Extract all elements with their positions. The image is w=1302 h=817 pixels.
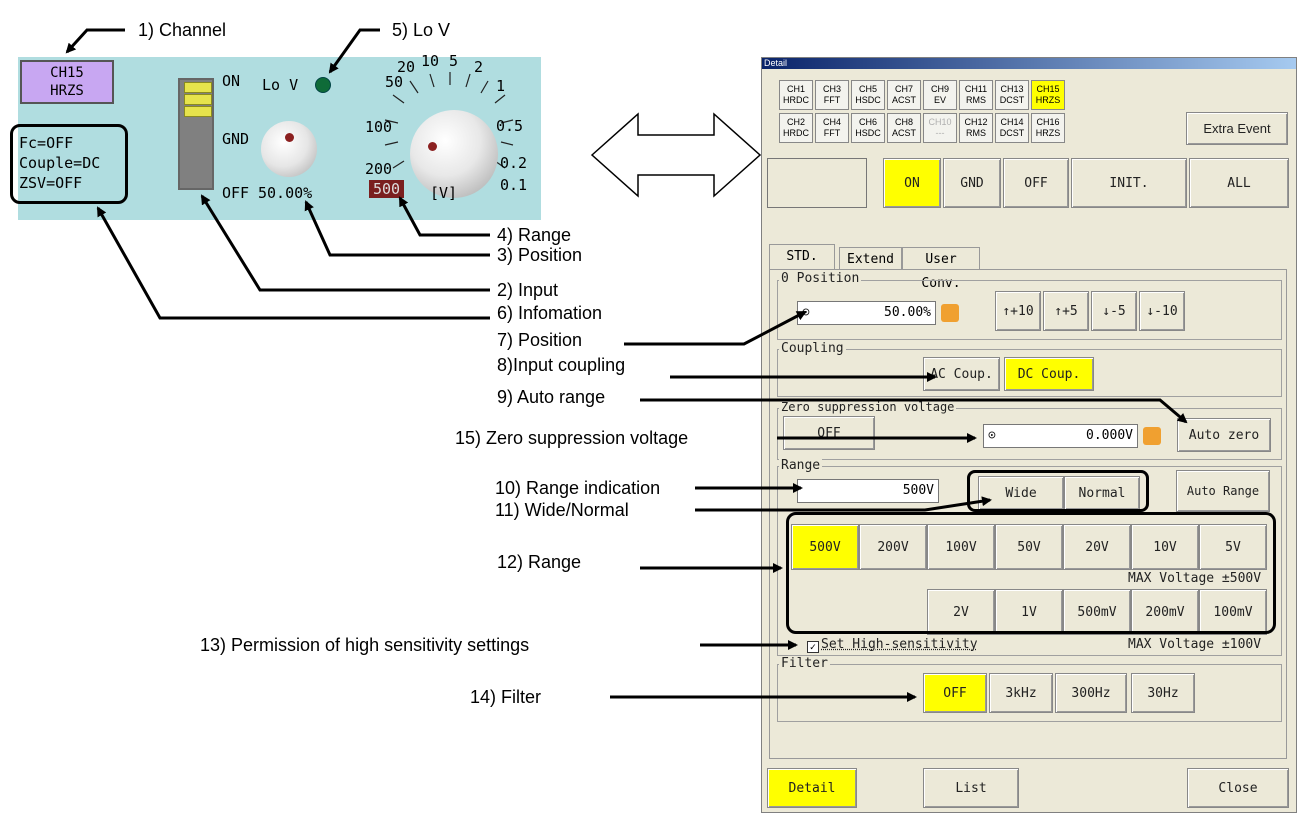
callout-input-coupling: 8)Input coupling	[497, 355, 626, 375]
callout-filter: 14) Filter	[470, 687, 542, 707]
callout-auto-range: 9) Auto range	[497, 387, 606, 407]
callout-channel: 1) Channel	[138, 20, 227, 40]
callout-lov: 5) Lo V	[392, 20, 451, 40]
callout-position: 3) Position	[497, 245, 583, 265]
callout-arrows	[65, 28, 1188, 702]
callout-information: 6) Infomation	[497, 303, 603, 323]
callout-range-buttons: 12) Range	[497, 552, 582, 572]
callout-range-indication: 10) Range indication	[495, 478, 661, 498]
callout-zero-suppression: 15) Zero suppression voltage	[455, 428, 689, 448]
callout-range-dial: 4) Range	[497, 225, 572, 245]
callout-high-sensitivity: 13) Permission of high sensitivity setti…	[200, 635, 530, 655]
callout-wide-normal: 11) Wide/Normal	[495, 500, 629, 520]
callout-position-detail: 7) Position	[497, 330, 583, 350]
callout-input: 2) Input	[497, 280, 559, 300]
